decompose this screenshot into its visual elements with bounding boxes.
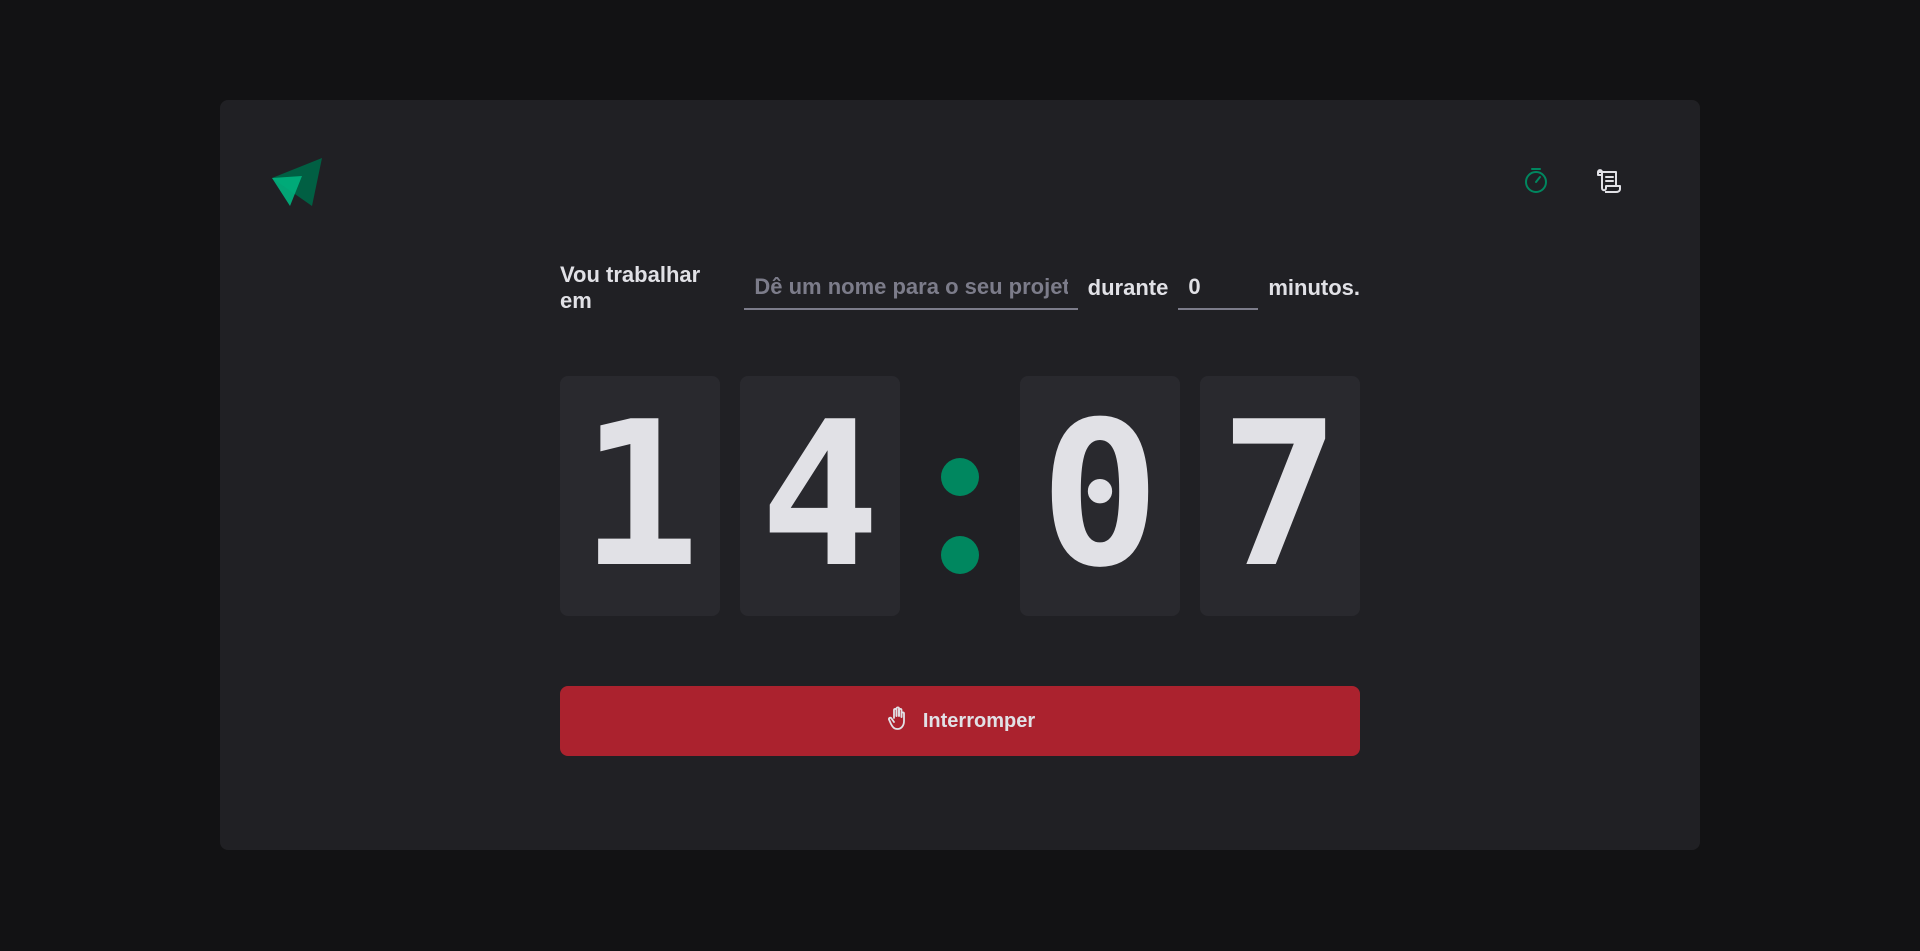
countdown: 1 4 0 7 (560, 376, 1360, 616)
minutes-amount-input[interactable] (1178, 266, 1259, 310)
paper-plane-logo-icon (270, 154, 322, 206)
interrupt-button-label: Interromper (922, 709, 1036, 732)
label-during: durante (1087, 275, 1169, 300)
task-form: Vou trabalhar em durante minutos. (560, 260, 1360, 316)
task-name-input[interactable] (744, 266, 1078, 310)
seconds-ones-digit: 7 (1200, 376, 1360, 616)
timer-icon[interactable] (1518, 162, 1554, 198)
separator-dot-top (941, 458, 979, 496)
label-prefix: Vou trabalhar em (560, 262, 701, 313)
app-container: Vou trabalhar em durante minutos. 1 4 0 … (220, 100, 1700, 850)
separator-dot-bottom (941, 536, 979, 574)
header (270, 150, 1650, 210)
scroll-icon[interactable] (1590, 162, 1626, 198)
label-suffix: minutos. (1268, 275, 1360, 300)
minutes-ones-digit: 4 (740, 376, 900, 616)
header-nav (1518, 162, 1626, 198)
hand-palm-icon (885, 705, 911, 737)
minutes-tens-digit: 1 (560, 376, 720, 616)
interrupt-button[interactable]: Interromper (560, 686, 1360, 756)
countdown-separator (928, 376, 992, 616)
seconds-tens-digit: 0 (1020, 376, 1180, 616)
